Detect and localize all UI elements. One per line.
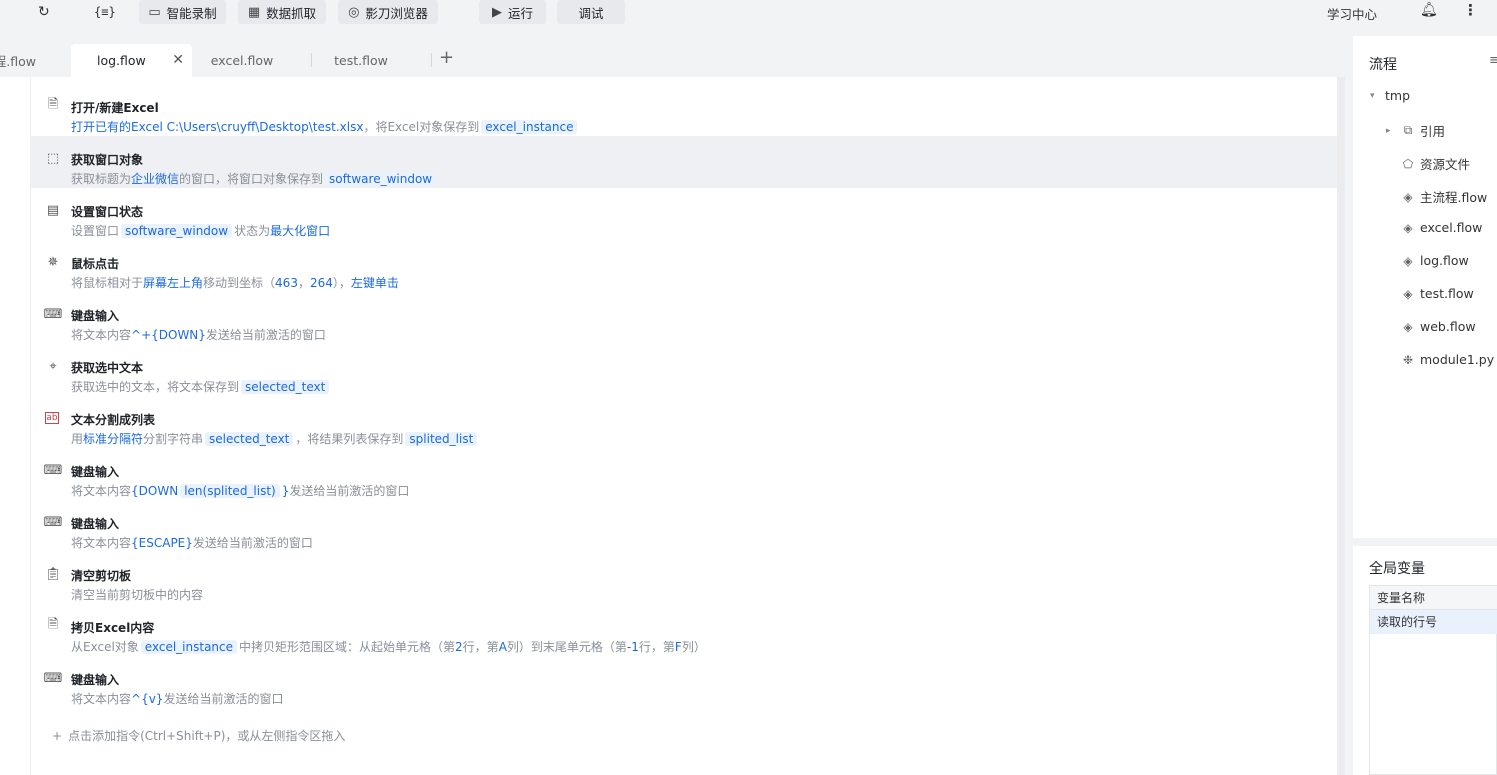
video-camera-icon: ▭	[148, 4, 161, 20]
window-object-icon: ⬚	[46, 150, 60, 166]
variable-chip[interactable]: software_window	[325, 172, 437, 186]
step-get-window[interactable]: ⬚ 获取窗口对象 获取标题为企业微信的窗口，将窗口对象保存到 software_w…	[31, 136, 1337, 188]
step-keyboard-input[interactable]: ⌨︎ 键盘输入 将文本内容^+{DOWN}发送给当前激活的窗口	[31, 292, 1337, 344]
bell-icon[interactable]: 🔔︎	[1420, 2, 1438, 18]
step-keyboard-input[interactable]: ⌨︎ 键盘输入 将文本内容{ESCAPE}发送给当前激活的窗口	[31, 500, 1337, 552]
excel-copy-icon: 🗎︎	[47, 617, 59, 632]
select-text-icon: ⌖	[49, 358, 57, 374]
plus-icon: +	[52, 729, 63, 743]
tab-divider	[431, 53, 432, 67]
reference-icon: ⧉	[1403, 123, 1413, 137]
top-toolbar: ↻ {≡} ▭ 智能录制 ▦ 数据抓取 ◎ 影刀浏览器 ▶ 运行 调试 学习中心…	[0, 0, 1497, 36]
flow-layers-icon: ◈	[1403, 189, 1413, 204]
step-mouse-click[interactable]: ✵ 鼠标点击 将鼠标相对于屏幕左上角移动到坐标（463，264），左键单击	[31, 240, 1337, 292]
tree-item-log-flow[interactable]: ◈ log.flow	[1401, 253, 1468, 268]
tab-main-flow[interactable]: 程.flow	[0, 44, 40, 77]
step-copy-excel[interactable]: 🗎︎ 拷贝Excel内容 从Excel对象 excel_instance 中拷贝矩形…	[31, 604, 1337, 656]
run-button[interactable]: ▶ 运行	[479, 0, 546, 24]
layers-icon[interactable]: ≡	[1489, 53, 1497, 68]
redo-icon[interactable]: ↻	[38, 2, 50, 22]
variable-chip[interactable]: excel_instance	[140, 640, 238, 654]
tree-item-resource-files[interactable]: ⬠ 资源文件	[1401, 154, 1470, 173]
flow-panel-title: 流程	[1369, 57, 1397, 73]
tree-item-web-flow[interactable]: ◈ web.flow	[1401, 319, 1475, 334]
tree-item-main-flow[interactable]: ◈ 主流程.flow	[1401, 187, 1487, 206]
tab-divider	[311, 53, 312, 67]
variable-chip[interactable]: selected_text	[205, 432, 294, 446]
variable-chip[interactable]: selected_text	[241, 380, 330, 394]
tree-item-test-flow[interactable]: ◈ test.flow	[1401, 286, 1473, 301]
tab-excel-flow[interactable]: excel.flow	[192, 44, 292, 77]
keyboard-icon: ⌨︎	[43, 670, 63, 686]
global-variable-row[interactable]: 读取的行号	[1370, 610, 1497, 634]
browser-icon: ◎	[348, 4, 360, 20]
global-variables-title: 全局变量	[1369, 561, 1425, 577]
keyboard-icon: ⌨︎	[43, 514, 63, 530]
learning-center-link[interactable]: 学习中心	[1327, 4, 1377, 23]
smart-record-button[interactable]: ▭ 智能录制	[139, 0, 226, 24]
browser-button[interactable]: ◎ 影刀浏览器	[338, 0, 438, 24]
keyboard-icon: ⌨︎	[43, 306, 63, 322]
file-tabs: 程.flow log.flow ✕ excel.flow test.flow	[0, 44, 1345, 77]
editor-scrollbar[interactable]	[1337, 77, 1345, 775]
step-get-selected-text[interactable]: ⌖ 获取选中文本 获取选中的文本，将文本保存到 selected_text	[31, 344, 1337, 396]
add-tab-icon[interactable]: +	[439, 47, 454, 68]
tree-item-excel-flow[interactable]: ◈ excel.flow	[1401, 220, 1482, 235]
resource-file-icon: ⬠	[1402, 156, 1414, 171]
play-icon: ▶	[491, 4, 502, 20]
mouse-click-icon: ✵	[47, 254, 59, 270]
debug-button[interactable]: 调试	[557, 0, 625, 24]
window-state-icon: ▤	[46, 202, 60, 218]
step-clear-clipboard[interactable]: 📋︎ 清空剪切板 清空当前剪切板中的内容	[31, 552, 1337, 604]
flow-layers-icon: ◈	[1403, 253, 1413, 268]
panel-divider	[1353, 538, 1497, 546]
tree-item-tmp[interactable]: ▾ tmp	[1370, 88, 1410, 103]
excel-open-icon: 🗎︎	[47, 97, 59, 112]
flow-layers-icon: ◈	[1403, 286, 1413, 301]
step-set-window-state[interactable]: ▤ 设置窗口状态 设置窗口 software_window 状态为最大化窗口	[31, 188, 1337, 240]
variable-braces-icon[interactable]: {≡}	[94, 2, 116, 22]
data-capture-button[interactable]: ▦ 数据抓取	[238, 0, 326, 24]
clipboard-icon: 📋︎	[44, 566, 62, 582]
editor-gutter	[0, 77, 31, 775]
caret-right-icon: ▸	[1386, 125, 1391, 136]
flow-layers-icon: ◈	[1403, 319, 1413, 334]
python-icon: ❉	[1402, 352, 1414, 367]
variable-chip[interactable]: software_window	[121, 224, 233, 238]
table-icon: ▦	[247, 4, 261, 20]
variable-chip[interactable]: len(splited_list)	[180, 484, 280, 498]
flow-layers-icon: ◈	[1403, 220, 1413, 235]
column-header-variable-name[interactable]: 变量名称	[1370, 586, 1497, 610]
close-icon[interactable]: ✕	[172, 52, 184, 68]
step-split-text[interactable]: ab 文本分割成列表 用标准分隔符分割字符串 selected_text ，将结果列…	[31, 396, 1337, 448]
step-keyboard-input[interactable]: ⌨︎ 键盘输入 将文本内容^{v}发送给当前激活的窗口	[31, 656, 1337, 708]
caret-down-icon: ▾	[1370, 90, 1375, 101]
tab-test-flow[interactable]: test.flow	[312, 44, 410, 77]
step-keyboard-input[interactable]: ⌨︎ 键盘输入 将文本内容{DOWN len(splited_list)}发送给当…	[31, 448, 1337, 500]
global-variables-table: 变量名称 读取的行号	[1369, 585, 1497, 775]
more-vertical-icon[interactable]: ⋮	[1463, 1, 1478, 19]
step-open-excel[interactable]: 🗎︎ 打开/新建Excel 打开已有的Excel C:\Users\cruyff…	[31, 84, 1337, 136]
tab-log-flow[interactable]: log.flow ✕	[71, 44, 192, 77]
keyboard-icon: ⌨︎	[43, 462, 63, 478]
tree-item-module1[interactable]: ❉ module1.py	[1401, 352, 1494, 367]
add-instruction-hint[interactable]: + 点击添加指令(Ctrl+Shift+P)，或从左侧指令区拖入	[52, 727, 345, 744]
tree-item-reference[interactable]: ▸ ⧉ 引用	[1386, 121, 1445, 140]
split-text-icon: ab	[45, 412, 59, 424]
variable-chip[interactable]: excel_instance	[481, 120, 578, 134]
variable-chip[interactable]: splited_list	[405, 432, 478, 446]
